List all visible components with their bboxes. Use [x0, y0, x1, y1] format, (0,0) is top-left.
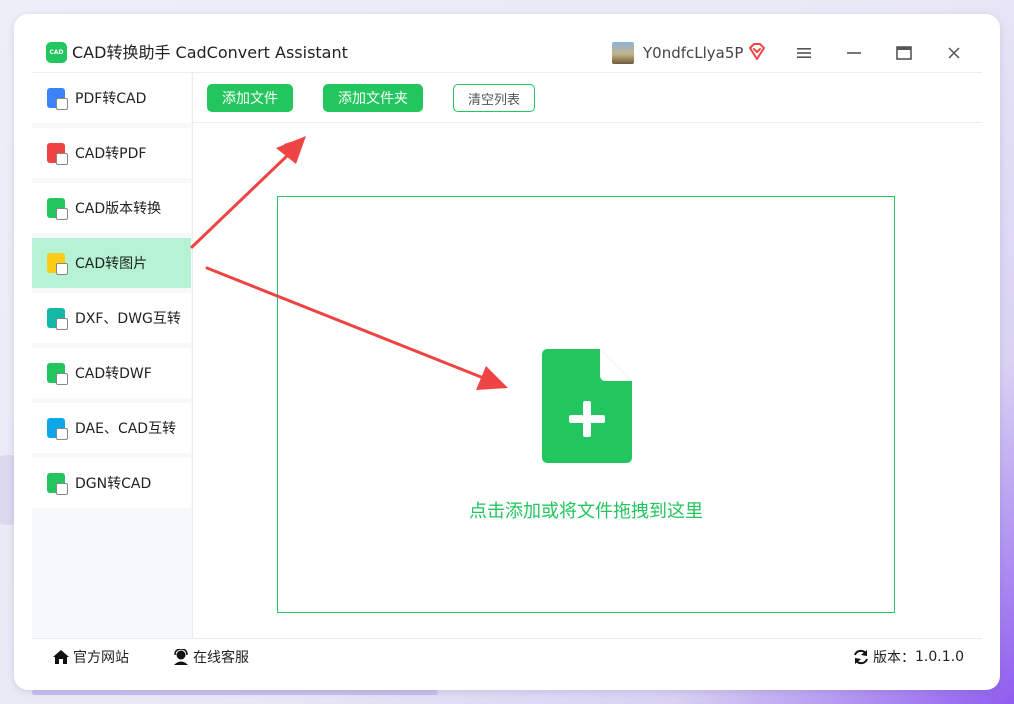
sidebar-item-dae-cad[interactable]: DAE、CAD互转: [32, 403, 191, 453]
sidebar-item-label: PDF转CAD: [75, 91, 147, 107]
sidebar-item-label: CAD转图片: [75, 256, 148, 272]
pdf-to-cad-icon: [47, 88, 68, 110]
add-folder-button[interactable]: 添加文件夹: [323, 84, 423, 112]
app-window: CAD CAD转换助手 CadConvert Assistant Y0ndfcL…: [14, 14, 1000, 690]
version-number: 1.0.1.0: [915, 649, 964, 665]
official-website-label: 官方网站: [73, 650, 129, 666]
drop-hint: 点击添加或将文件拖拽到这里: [469, 501, 703, 522]
sidebar-item-label: DXF、DWG互转: [75, 311, 181, 327]
sidebar-item-dgn-to-cad[interactable]: DGN转CAD: [32, 458, 191, 508]
maximize-icon[interactable]: [893, 42, 915, 64]
username[interactable]: Y0ndfcLlya5P: [643, 42, 743, 64]
home-icon: [53, 650, 69, 664]
sidebar-item-cad-to-pdf[interactable]: CAD转PDF: [32, 128, 191, 178]
background-bar: [32, 690, 438, 695]
support-agent-icon: [174, 649, 188, 665]
avatar[interactable]: [612, 42, 634, 64]
sidebar-item-dxf-dwg[interactable]: DXF、DWG互转: [32, 293, 191, 343]
clear-list-button[interactable]: 清空列表: [453, 84, 535, 112]
cad-to-dwf-icon: [47, 363, 68, 385]
cad-to-pdf-icon: [47, 143, 68, 165]
arrow-head-add-file-fill: [276, 136, 306, 164]
sidebar-item-label: CAD转PDF: [75, 146, 147, 162]
sidebar-item-cad-version[interactable]: CAD版本转换: [32, 183, 191, 233]
title-bar: CAD CAD转换助手 CadConvert Assistant Y0ndfcL…: [14, 14, 1000, 72]
sidebar-item-pdf-to-cad[interactable]: PDF转CAD: [32, 73, 191, 123]
dgn-to-cad-icon: [47, 473, 68, 495]
add-file-icon: [542, 349, 632, 463]
online-support-link[interactable]: 在线客服: [172, 647, 249, 667]
file-drop-zone[interactable]: 点击添加或将文件拖拽到这里: [277, 196, 895, 613]
official-website-link[interactable]: 官方网站: [52, 647, 129, 667]
sidebar-item-label: CAD版本转换: [75, 201, 162, 217]
minimize-icon[interactable]: [843, 42, 865, 64]
close-icon[interactable]: [943, 42, 965, 64]
arrow-to-add-file: [190, 152, 291, 249]
sidebar-item-label: DGN转CAD: [75, 476, 152, 492]
sidebar-item-label: DAE、CAD互转: [75, 421, 177, 437]
cad-to-image-icon: [47, 253, 68, 275]
dae-cad-icon: [47, 418, 68, 440]
sidebar: PDF转CAD CAD转PDF CAD版本转换 CAD转图片 DXF、DWG互转…: [32, 73, 193, 638]
arrow-head-add-file: [284, 138, 304, 155]
dxf-dwg-icon: [47, 308, 68, 330]
cad-version-icon: [47, 198, 68, 220]
sidebar-item-label: CAD转DWF: [75, 366, 152, 382]
app-title: CAD转换助手 CadConvert Assistant: [72, 43, 348, 62]
menu-icon[interactable]: [793, 42, 815, 64]
refresh-icon: [854, 649, 868, 665]
version-label: 版本：: [873, 650, 915, 666]
version-info[interactable]: 版本： 1.0.1.0: [852, 647, 964, 667]
online-support-label: 在线客服: [193, 650, 249, 666]
vip-diamond-icon[interactable]: [747, 42, 767, 62]
footer-divider: [32, 638, 982, 639]
add-file-button[interactable]: 添加文件: [207, 84, 293, 112]
sidebar-item-cad-to-image[interactable]: CAD转图片: [32, 238, 191, 288]
app-logo-icon: CAD: [46, 42, 67, 63]
sidebar-item-cad-to-dwf[interactable]: CAD转DWF: [32, 348, 191, 398]
toolbar-divider: [192, 122, 982, 123]
